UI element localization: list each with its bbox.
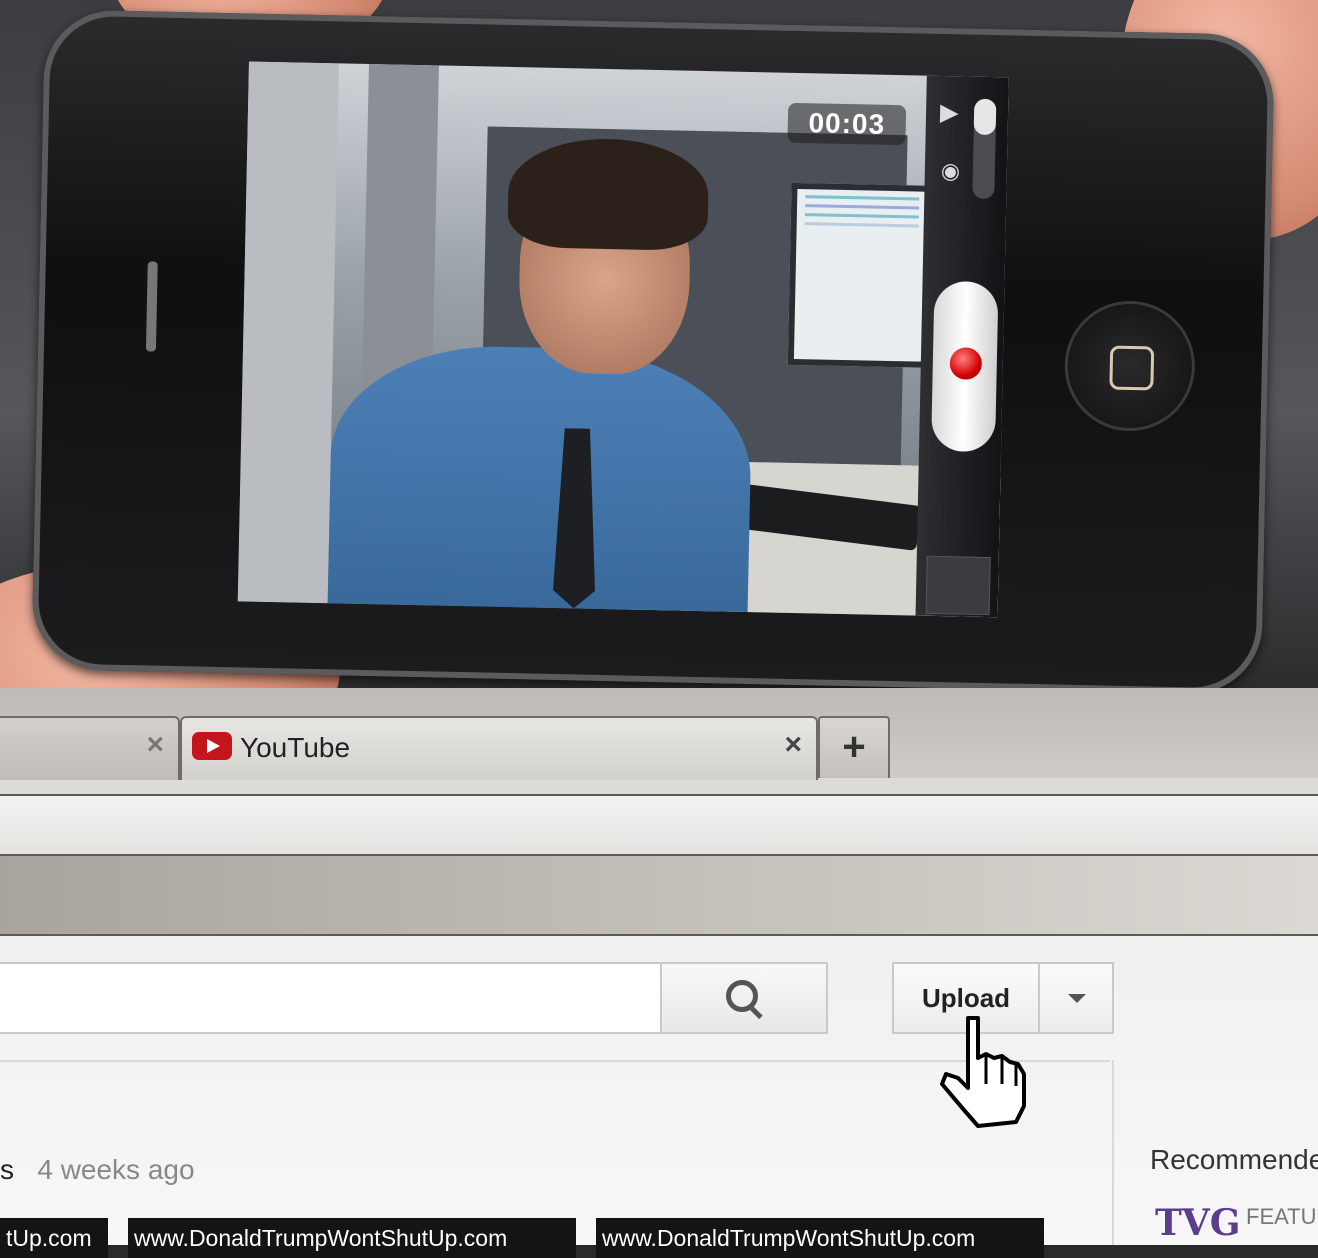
last-capture-thumbnail[interactable]	[925, 555, 991, 616]
browser-toolbar	[0, 794, 1318, 854]
tab-previous-close-icon[interactable]: ×	[146, 728, 164, 762]
video-age: 4 weeks ago	[37, 1154, 195, 1185]
home-square-icon	[1109, 345, 1155, 391]
tab-previous[interactable]: ×	[0, 716, 180, 780]
video-meta-prefix: s	[0, 1154, 14, 1185]
new-tab-button[interactable]: +	[818, 716, 890, 778]
sidebar-divider	[1112, 1060, 1114, 1245]
hand-cursor-icon	[940, 1016, 1026, 1128]
video-url-chip[interactable]: www.DonaldTrumpWontShutUp.com	[596, 1218, 1044, 1258]
search-icon	[726, 980, 758, 1012]
video-url-chip[interactable]: tUp.com	[0, 1218, 108, 1258]
tab-youtube[interactable]: YouTube ×	[180, 716, 818, 780]
youtube-page: Upload s 4 weeks ago tUp.com www.DonaldT…	[0, 936, 1318, 1258]
camera-viewfinder: 00:03 ▶︎ ◉	[237, 61, 1009, 618]
featured-label: FEATU	[1246, 1204, 1317, 1229]
video-url-chip[interactable]: www.DonaldTrumpWontShutUp.com	[128, 1218, 576, 1258]
youtube-logo-icon	[192, 732, 232, 760]
search-button[interactable]	[660, 962, 828, 1034]
video-meta: s 4 weeks ago	[0, 1154, 195, 1186]
bookmarks-bar	[0, 854, 1318, 936]
camera-icon[interactable]: ◉	[941, 158, 961, 184]
tab-strip: × YouTube × +	[0, 688, 1318, 780]
phone-photo: 00:03 ▶︎ ◉	[0, 0, 1318, 688]
recording-timer: 00:03	[787, 102, 907, 146]
person-shirt	[327, 343, 754, 618]
background-monitor	[787, 182, 934, 368]
tab-youtube-close-icon[interactable]: ×	[784, 728, 802, 762]
browser-window: × YouTube × + Upload s 4 weeks ago tUp.c…	[0, 688, 1318, 1258]
tab-youtube-title: YouTube	[240, 732, 351, 763]
record-button[interactable]	[930, 280, 999, 453]
volume-rocker	[145, 261, 158, 352]
home-button[interactable]	[1066, 302, 1194, 430]
recommended-heading: Recommende	[1150, 1144, 1318, 1175]
video-camera-icon[interactable]: ▶︎	[940, 98, 959, 127]
mode-toggle-switch[interactable]	[972, 98, 997, 200]
upload-dropdown-button[interactable]	[1038, 962, 1114, 1034]
record-dot-icon	[949, 347, 983, 380]
search-input[interactable]	[0, 962, 662, 1034]
iphone: 00:03 ▶︎ ◉	[31, 9, 1275, 688]
